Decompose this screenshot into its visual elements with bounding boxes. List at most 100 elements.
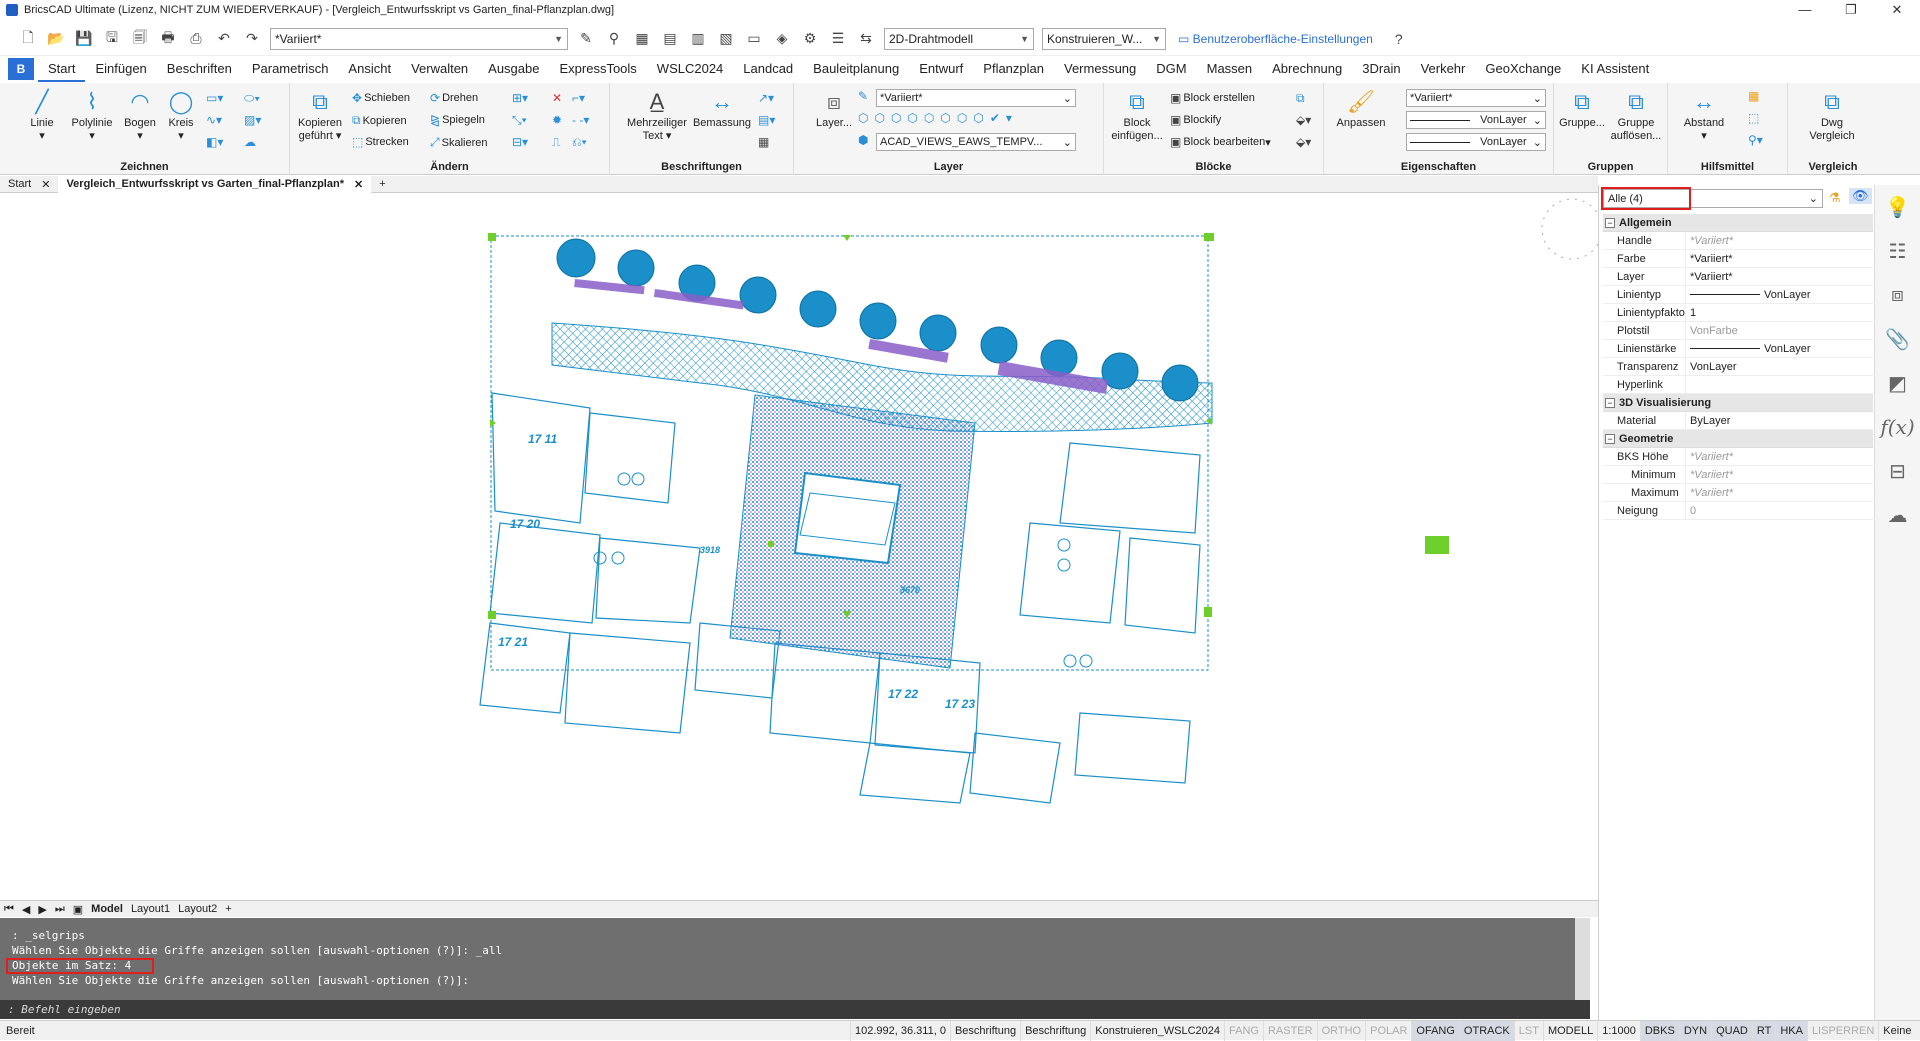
quick-select-tool[interactable]: ⚲▾: [1748, 133, 1765, 147]
rotate-button[interactable]: ⟳ Drehen: [430, 91, 478, 105]
tab-bauleitplanung[interactable]: Bauleitplanung: [803, 56, 909, 82]
tab-pflanzplan[interactable]: Pflanzplan: [973, 56, 1054, 82]
move-button[interactable]: ✥ Schieben: [352, 91, 410, 105]
lineweight-select[interactable]: VonLayer ⌄: [1406, 133, 1546, 151]
grip[interactable]: [488, 611, 496, 619]
cloud-upload-icon[interactable]: ☁: [1875, 493, 1920, 537]
layer-match-icon[interactable]: ✎: [574, 27, 598, 51]
tab-expresstools[interactable]: ExpressTools: [549, 56, 646, 82]
close-icon[interactable]: ✕: [354, 178, 363, 191]
tab-vermessung[interactable]: Vermessung: [1054, 56, 1146, 82]
grip[interactable]: [768, 541, 774, 547]
layer-off-icon[interactable]: ▧: [714, 27, 738, 51]
layer-select-2[interactable]: ACAD_VIEWS_EAWS_TEMPV... ⌄: [876, 133, 1076, 151]
status-item[interactable]: LST: [1513, 1020, 1543, 1041]
sliders-icon[interactable]: ☷: [1875, 229, 1920, 273]
color-select[interactable]: *Variiert* ⌄: [1406, 89, 1546, 107]
tab-landcad[interactable]: Landcad: [733, 56, 803, 82]
prop-row[interactable]: Layer *Variiert*: [1603, 267, 1873, 286]
layer-lock-icon[interactable]: ▥: [686, 27, 710, 51]
first-layout-icon[interactable]: ⏮: [0, 903, 18, 916]
application-menu-button[interactable]: B: [8, 58, 34, 80]
status-item[interactable]: OTRACK: [1458, 1020, 1514, 1041]
undo-icon[interactable]: ↶: [212, 27, 236, 51]
tab-ki-assistent[interactable]: KI Assistent: [1571, 56, 1659, 82]
join-tool[interactable]: ⎍: [552, 135, 562, 150]
layer-previous-icon[interactable]: ⚲: [602, 27, 626, 51]
copy-button[interactable]: ⧉ Kopieren: [352, 113, 407, 128]
tab-ansicht[interactable]: Ansicht: [338, 56, 401, 82]
visual-style-select[interactable]: 2D-Drahtmodell ▼: [884, 27, 1034, 50]
drawing-explorer-icon[interactable]: ▭: [742, 27, 766, 51]
select-tool[interactable]: ⬚: [1748, 111, 1761, 125]
cloud-tool[interactable]: ☁: [244, 135, 258, 149]
minimize-button[interactable]: —: [1782, 0, 1828, 20]
new-tab-button[interactable]: +: [371, 176, 393, 193]
status-item[interactable]: RASTER: [1262, 1020, 1317, 1041]
tab-layout1[interactable]: Layout1: [127, 903, 174, 915]
ellipse-tool[interactable]: ⬭▾: [244, 91, 262, 106]
status-item[interactable]: HKA: [1775, 1020, 1807, 1041]
rectangle-tool[interactable]: ▭▾: [206, 91, 225, 105]
prop-row[interactable]: Linientypfaktor 1: [1603, 303, 1873, 322]
status-item[interactable]: DBKS: [1639, 1020, 1679, 1041]
layer-isolate-icon[interactable]: ▦: [630, 27, 654, 51]
print-preview-icon[interactable]: 🗐: [128, 27, 152, 51]
status-item[interactable]: QUAD: [1711, 1020, 1752, 1041]
category-geometrie[interactable]: − Geometrie: [1603, 430, 1873, 448]
prop-row[interactable]: Plotstil VonFarbe: [1603, 321, 1873, 340]
attachment-icon[interactable]: 📎: [1875, 317, 1920, 361]
grip[interactable]: [488, 233, 496, 241]
dwg-compare-button[interactable]: ⧉ Dwg Vergleich: [1802, 89, 1862, 143]
calculator-tool[interactable]: ▦: [1748, 89, 1761, 103]
tag2-tool[interactable]: ⬙▾: [1296, 135, 1313, 149]
status-item[interactable]: POLAR: [1365, 1020, 1411, 1041]
ui-settings-link[interactable]: ▭ Benutzeroberfläche-Einstellungen: [1178, 32, 1373, 46]
tab-entwurf[interactable]: Entwurf: [909, 56, 973, 82]
status-item[interactable]: RT: [1751, 1020, 1776, 1041]
filter-icon[interactable]: ⚗: [1829, 190, 1841, 206]
edit-tool[interactable]: ⎌▾: [572, 135, 589, 150]
layer-state-icon[interactable]: ⇆: [854, 27, 878, 51]
group-button[interactable]: ⧉ Gruppe...: [1558, 89, 1606, 130]
fillet-tool[interactable]: ⌐▾: [572, 91, 587, 105]
create-block-button[interactable]: ▣ Block erstellen: [1170, 91, 1255, 105]
region-tool[interactable]: ◧▾: [206, 135, 225, 149]
trim-tool[interactable]: ⤡▾: [512, 113, 529, 128]
tab-verwalten[interactable]: Verwalten: [401, 56, 478, 82]
tab-layout2[interactable]: Layout2: [174, 903, 221, 915]
command-scrollbar[interactable]: [1575, 918, 1590, 1000]
structure-icon[interactable]: ⊟: [1875, 449, 1920, 493]
grip[interactable]: [1204, 233, 1214, 241]
layout-menu-icon[interactable]: ▣: [69, 903, 87, 916]
tab-model[interactable]: Model: [87, 903, 127, 915]
tab-dgm[interactable]: DGM: [1146, 56, 1196, 82]
tab-ausgabe[interactable]: Ausgabe: [478, 56, 549, 82]
edit-block-button[interactable]: ▣ Block bearbeiten ▾: [1170, 135, 1271, 149]
polyline-button[interactable]: ⌇ Polylinie ▾: [66, 89, 118, 143]
save-as-icon[interactable]: 🖫: [100, 27, 124, 51]
distance-button[interactable]: ↔ Abstand ▾: [1676, 89, 1732, 143]
mtext-button[interactable]: A̲ Mehrzeiliger Text ▾: [622, 89, 692, 143]
tag-tool[interactable]: ⬙▾: [1296, 113, 1313, 127]
tab-start[interactable]: Start: [38, 56, 86, 82]
status-item[interactable]: Konstruieren_WSLC2024: [1090, 1020, 1224, 1041]
block-attr-tool[interactable]: ⧉: [1296, 91, 1307, 106]
drawing-canvas[interactable]: 17 11 17 20 17 21 17 22 17 23 3918 3670: [0, 193, 1598, 900]
prop-row[interactable]: Material ByLayer: [1603, 411, 1873, 430]
navigation-cube[interactable]: [1541, 198, 1598, 260]
drawing-svg[interactable]: 17 11 17 20 17 21 17 22 17 23 3918 3670: [0, 193, 1598, 900]
copy-guided-button[interactable]: ⧉ Kopieren geführt ▾: [294, 89, 346, 143]
ungroup-button[interactable]: ⧉ Gruppe auflösen...: [1608, 89, 1664, 143]
arc-button[interactable]: ◠ Bogen ▾: [120, 89, 160, 143]
hatch-tool[interactable]: ▨▾: [244, 113, 263, 127]
status-item[interactable]: MODELL: [1542, 1020, 1597, 1041]
tab-parametrisch[interactable]: Parametrisch: [242, 56, 339, 82]
function-icon[interactable]: f(x): [1875, 405, 1920, 449]
hatch-icon[interactable]: ◩: [1875, 361, 1920, 405]
match-properties-button[interactable]: 🖌 Anpassen: [1332, 89, 1390, 130]
next-layout-icon[interactable]: ▶: [34, 903, 50, 916]
offset-tool[interactable]: ⊟▾: [512, 135, 530, 149]
new-file-icon[interactable]: 🗋: [16, 27, 40, 51]
status-item[interactable]: Beschriftung: [949, 1020, 1020, 1041]
